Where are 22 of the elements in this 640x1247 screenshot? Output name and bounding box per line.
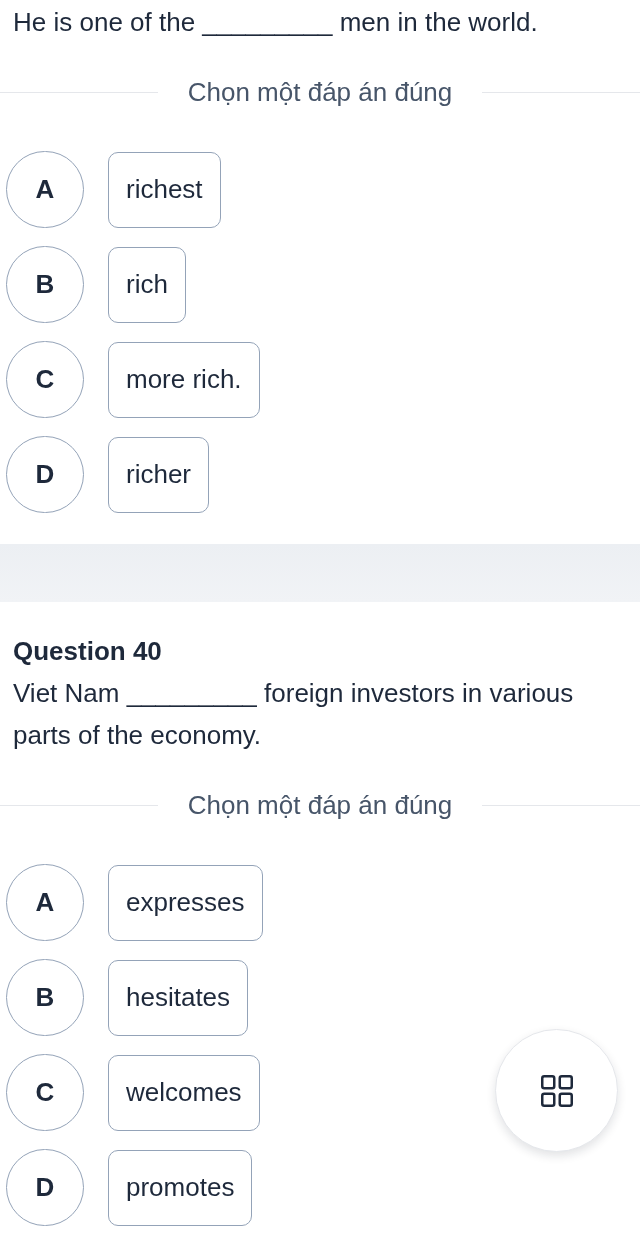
answer-option[interactable]: richest (108, 151, 221, 228)
option-letter-button[interactable]: C (6, 1054, 84, 1131)
answer-option[interactable]: hesitates (108, 959, 249, 1036)
question-title: Question 40 (12, 635, 163, 668)
option-letter-button[interactable]: D (6, 1149, 84, 1226)
grid-icon (540, 1074, 573, 1107)
option-letter-button[interactable]: C (6, 341, 84, 418)
option-letter-button[interactable]: A (6, 151, 84, 228)
option-letter-button[interactable]: D (6, 436, 84, 513)
instruction-text: Chọn một đáp án đúng (186, 790, 454, 820)
question-text: He is one of the _________ men in the world. (12, 6, 539, 39)
question-text: Viet Nam _________ foreign investors in various parts of the economy. (12, 677, 575, 752)
answer-option[interactable]: rich (108, 246, 186, 323)
answer-option[interactable]: welcomes (108, 1054, 260, 1131)
answer-option[interactable]: richer (108, 436, 209, 513)
option-letter-button[interactable]: B (6, 959, 84, 1036)
option-letter-button[interactable]: B (6, 246, 84, 323)
option-letter-button[interactable]: A (6, 864, 84, 941)
answer-option[interactable]: more rich. (108, 341, 260, 418)
instruction-text: Chọn một đáp án đúng (186, 77, 454, 107)
answer-option[interactable]: expresses (108, 864, 263, 941)
answer-option[interactable]: promotes (108, 1149, 253, 1226)
